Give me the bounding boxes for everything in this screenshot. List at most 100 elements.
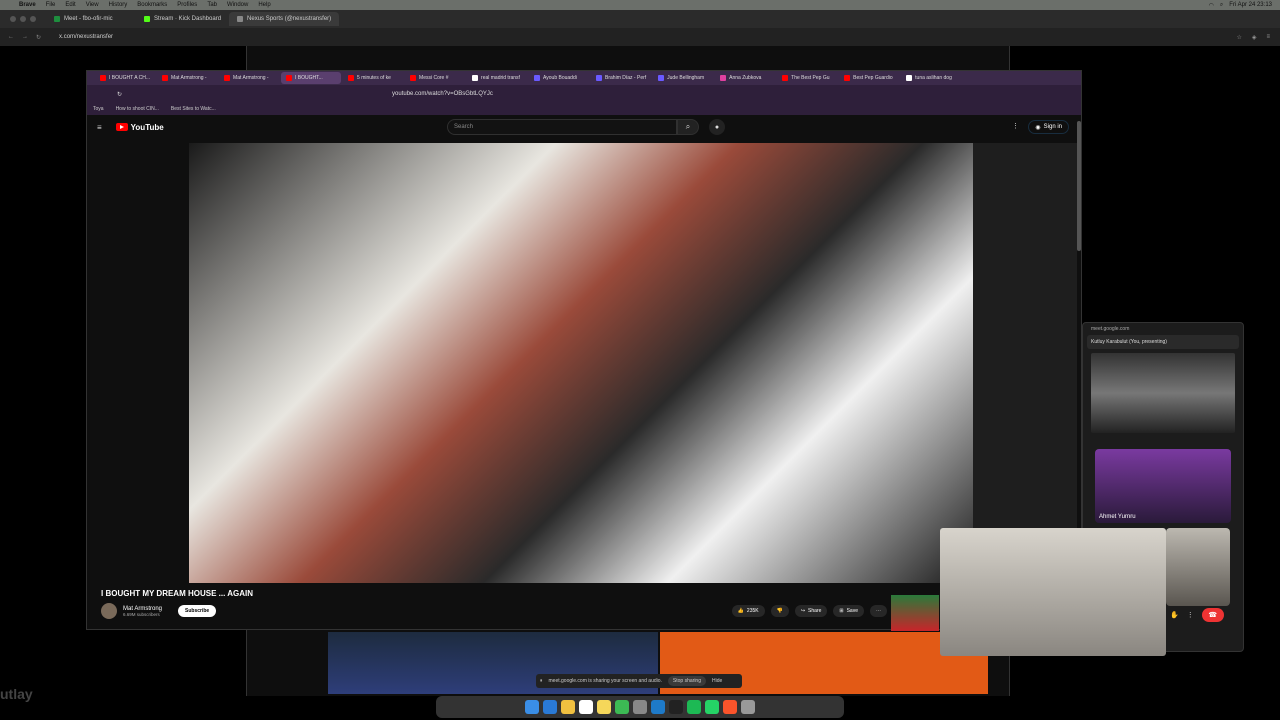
trash-icon[interactable] — [741, 700, 755, 714]
inner-tab[interactable]: Mat Armstrong - — [219, 72, 279, 84]
menu-history[interactable]: History — [104, 2, 133, 8]
inner-tab[interactable]: Anna Zubkova — [715, 72, 775, 84]
inner-tab-label: Jude Bellingham — [667, 75, 705, 81]
brave-icon[interactable] — [723, 700, 737, 714]
shared-browser-window: I BOUGHT A CH... Mat Armstrong - Mat Arm… — [86, 70, 1082, 631]
save-button[interactable]: ⊞ Save — [833, 605, 864, 617]
menu-profiles[interactable]: Profiles — [172, 2, 202, 8]
youtube-logo-text: YouTube — [130, 122, 164, 132]
mic-button[interactable]: ● — [709, 119, 725, 135]
inner-tab[interactable]: Messi Core # — [405, 72, 465, 84]
youtube-logo[interactable]: YouTube — [115, 122, 164, 132]
outer-tab-x[interactable]: Nexus Sports (@nexustransfer) — [229, 12, 340, 26]
menu-icon[interactable]: ≡ — [1266, 34, 1270, 41]
participant-tile-small[interactable] — [1166, 528, 1230, 606]
reload-icon[interactable]: ↻ — [117, 91, 122, 98]
share-button[interactable]: ↪ Share — [794, 605, 828, 617]
search-input[interactable]: Search — [447, 119, 677, 135]
signin-label: Sign in — [1043, 124, 1062, 130]
menu-view[interactable]: View — [81, 2, 104, 8]
scrollbar[interactable] — [1077, 121, 1081, 251]
menu-tab[interactable]: Tab — [202, 2, 222, 8]
calendar-icon[interactable] — [579, 700, 593, 714]
recommended-thumbnail[interactable] — [891, 595, 939, 631]
bookmark-star-icon[interactable]: ☆ — [1236, 34, 1241, 41]
bookmark-item[interactable]: Toya — [93, 106, 104, 112]
wifi-icon[interactable]: ◠ — [1209, 2, 1214, 9]
spotify-icon[interactable] — [687, 700, 701, 714]
inner-tab[interactable]: Best Pep Guardio — [839, 72, 899, 84]
back-icon[interactable]: ← — [8, 34, 14, 41]
reload-icon[interactable]: ↻ — [36, 34, 41, 41]
bookmark-item[interactable]: How to shoot CIN... — [116, 106, 159, 112]
inner-tab-active[interactable]: I BOUGHT... — [281, 72, 342, 84]
inner-tab[interactable]: I BOUGHT A CH... — [95, 72, 155, 84]
youtube-icon — [162, 75, 169, 81]
shield-icon[interactable]: ◈ — [1252, 34, 1257, 41]
menu-file[interactable]: File — [41, 2, 61, 8]
participant-tile[interactable]: Ahmet Yurnru — [1095, 449, 1231, 523]
subscribe-button[interactable]: Subscribe — [178, 605, 217, 617]
search-icon[interactable]: ⌕ — [1220, 2, 1223, 9]
inner-tab-label: Brahim Díaz - Perf — [605, 75, 647, 81]
bookmark-item[interactable]: Best Sites to Watc... — [171, 106, 216, 112]
raise-hand-icon[interactable]: ✋ — [1170, 611, 1179, 619]
inner-tab[interactable]: Jude Bellingham — [653, 72, 713, 84]
inner-tab[interactable]: The Best Pep Gu — [777, 72, 837, 84]
outer-tab-label: Stream · Kick Dashboard — [154, 16, 222, 22]
menu-edit[interactable]: Edit — [60, 2, 80, 8]
more-actions-button[interactable]: ⋯ — [870, 605, 887, 617]
video-player[interactable] — [189, 143, 973, 583]
outer-tab-meet[interactable]: Meet - fbo-ofir-mic — [46, 12, 136, 26]
menu-help[interactable]: Help — [253, 2, 275, 8]
channel-name[interactable]: Mat Armstrong — [123, 606, 162, 612]
stop-sharing-button[interactable]: Stop sharing — [667, 676, 706, 686]
inner-address-bar: ↻ youtube.com/watch?v=OBsGbtLQYJc — [87, 85, 1081, 103]
vscode-icon[interactable] — [651, 700, 665, 714]
inner-tab[interactable]: tuna aslihan dog — [901, 72, 961, 84]
menu-bookmarks[interactable]: Bookmarks — [132, 2, 172, 8]
like-button[interactable]: 👍 235K — [731, 605, 765, 617]
minimize-dot[interactable] — [20, 16, 26, 22]
photos-icon[interactable] — [561, 700, 575, 714]
dislike-button[interactable]: 👎 — [770, 605, 789, 617]
settings-icon[interactable] — [633, 700, 647, 714]
hamburger-icon[interactable]: ≡ — [97, 123, 102, 132]
hide-button[interactable]: Hide — [712, 678, 722, 684]
self-camera-view[interactable] — [940, 528, 1166, 656]
screen-share-preview[interactable] — [1091, 353, 1235, 433]
inner-tab[interactable]: real madrid transf — [467, 72, 527, 84]
outer-url[interactable]: x.com/nexustransfer — [59, 34, 113, 40]
zoom-dot[interactable] — [30, 16, 36, 22]
end-call-button[interactable]: ☎ — [1201, 608, 1224, 622]
channel-avatar[interactable] — [101, 603, 117, 619]
inner-tab[interactable]: Mat Armstrong - — [157, 72, 217, 84]
more-icon[interactable]: ⋮ — [1187, 611, 1194, 619]
forward-icon[interactable]: → — [22, 34, 28, 41]
safari-icon[interactable] — [543, 700, 557, 714]
clock[interactable]: Fri Apr 24 23:13 — [1229, 2, 1272, 8]
notes-icon[interactable] — [597, 700, 611, 714]
search-icon: ⌕ — [685, 122, 691, 131]
meet-controls: ✋ ⋮ ☎ — [1170, 608, 1224, 622]
chrome-icon[interactable] — [615, 700, 629, 714]
whatsapp-icon[interactable] — [705, 700, 719, 714]
inner-tab[interactable]: Ayoub Bouaddi — [529, 72, 589, 84]
save-label: Save — [846, 608, 858, 614]
close-dot[interactable] — [10, 16, 16, 22]
youtube-icon — [410, 75, 417, 81]
menu-window[interactable]: Window — [222, 2, 253, 8]
inner-tab[interactable]: 5 minutes of ke — [343, 72, 403, 84]
menu-bar: Brave File Edit View History Bookmarks P… — [0, 0, 1280, 10]
inner-tab[interactable]: Brahim Díaz - Perf — [591, 72, 651, 84]
inner-url[interactable]: youtube.com/watch?v=OBsGbtLQYJc — [392, 91, 493, 97]
search-button[interactable]: ⌕ — [677, 119, 699, 135]
menu-brave[interactable]: Brave — [14, 2, 41, 8]
finder-icon[interactable] — [525, 700, 539, 714]
more-icon[interactable]: ⋮ — [1012, 122, 1019, 130]
youtube-icon — [782, 75, 789, 81]
outer-tab-kick[interactable]: Stream · Kick Dashboard — [136, 12, 229, 26]
youtube-play-icon — [115, 123, 128, 131]
terminal-icon[interactable] — [669, 700, 683, 714]
signin-button[interactable]: ◉ Sign in — [1028, 120, 1069, 134]
